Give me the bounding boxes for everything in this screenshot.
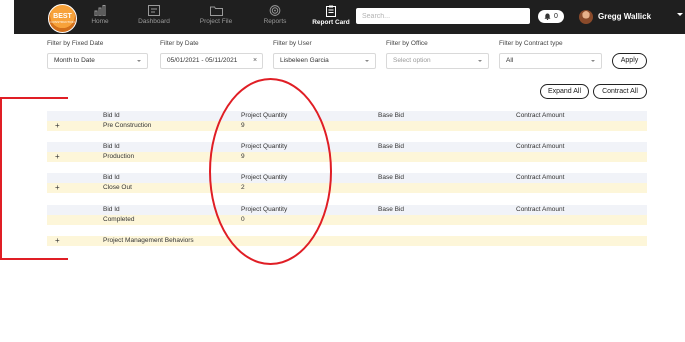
- filter-date-value: 05/01/2021 - 05/11/2021: [167, 57, 238, 64]
- column-contract-amount: Contract Amount: [516, 143, 565, 150]
- folder-icon: [209, 6, 223, 16]
- filter-date-label: Filter by Date: [160, 40, 199, 47]
- column-base-bid: Base Bid: [378, 143, 405, 150]
- avatar[interactable]: [579, 10, 593, 24]
- row-bid-id: Pre Construction: [103, 122, 152, 129]
- table-row[interactable]: Completed 0: [47, 215, 647, 225]
- row-bid-id: Production: [103, 153, 135, 160]
- filter-contract-type-select[interactable]: All: [499, 53, 602, 69]
- column-contract-amount: Contract Amount: [516, 112, 565, 119]
- table-header-row: Bid Id Project Quantity Base Bid Contrac…: [47, 173, 647, 183]
- notifications-button[interactable]: 0: [538, 10, 564, 23]
- column-base-bid: Base Bid: [378, 112, 405, 119]
- nav-dashboard-label: Dashboard: [138, 18, 170, 25]
- column-base-bid: Base Bid: [378, 174, 405, 181]
- nav-report-card[interactable]: Report Card: [312, 5, 350, 32]
- company-logo[interactable]: BEST CONSTRUCTION: [48, 4, 77, 33]
- target-icon: [269, 5, 281, 16]
- logo-text: BEST: [53, 13, 72, 20]
- clipboard-icon: [326, 5, 336, 17]
- nav-home-label: Home: [91, 18, 109, 25]
- filter-fixed-date-select[interactable]: Month to Date: [47, 53, 148, 69]
- apply-button[interactable]: Apply: [612, 53, 647, 69]
- nav-project-file[interactable]: Project File: [198, 5, 234, 32]
- chevron-down-icon: [478, 60, 482, 62]
- column-contract-amount: Contract Amount: [516, 206, 565, 213]
- chevron-down-icon: [137, 60, 141, 62]
- table-header-row: Bid Id Project Quantity Base Bid Contrac…: [47, 111, 647, 121]
- dashboard-icon: [148, 5, 160, 16]
- table-row[interactable]: + Pre Construction 9: [47, 121, 647, 131]
- annotation-ellipse: [209, 78, 332, 265]
- nav-reports[interactable]: Reports: [261, 5, 289, 32]
- column-contract-amount: Contract Amount: [516, 174, 565, 181]
- filter-date-input[interactable]: 05/01/2021 - 05/11/2021: [160, 53, 249, 69]
- chevron-down-icon[interactable]: [677, 13, 683, 16]
- column-bid-id: Bid Id: [103, 206, 120, 213]
- nav-report-card-label: Report Card: [312, 19, 350, 26]
- nav-dashboard[interactable]: Dashboard: [136, 5, 172, 32]
- logo-subtext: CONSTRUCTION: [50, 20, 75, 24]
- date-clear-button[interactable]: ×: [248, 53, 263, 69]
- filter-contract-type-value: All: [506, 57, 514, 64]
- table-row[interactable]: + Close Out 2: [47, 183, 647, 193]
- nav-reports-label: Reports: [263, 18, 287, 25]
- filter-contract-type-label: Filter by Contract type: [499, 40, 563, 47]
- filter-fixed-date-value: Month to Date: [54, 57, 95, 64]
- table-header-row: Bid Id Project Quantity Base Bid Contrac…: [47, 205, 647, 215]
- nav-project-file-label: Project File: [199, 18, 233, 25]
- row-bid-id: Close Out: [103, 184, 132, 191]
- row-bid-id: Completed: [103, 216, 135, 223]
- nav-home[interactable]: Home: [87, 5, 113, 32]
- table-header-row: Bid Id Project Quantity Base Bid Contrac…: [47, 142, 647, 152]
- contract-all-button[interactable]: Contract All: [593, 84, 647, 99]
- filter-office-placeholder: Select option: [393, 57, 431, 64]
- bell-icon: [544, 13, 551, 20]
- chevron-down-icon: [365, 60, 369, 62]
- table-row[interactable]: + Production 9: [47, 152, 647, 162]
- filter-user-value: Lisbeleen Garcia: [280, 57, 329, 64]
- bar-chart-icon: [94, 5, 106, 16]
- search-input[interactable]: [356, 8, 530, 24]
- filter-user-select[interactable]: Lisbeleen Garcia: [273, 53, 376, 69]
- user-name[interactable]: Gregg Wallick: [598, 12, 651, 21]
- column-base-bid: Base Bid: [378, 206, 405, 213]
- column-bid-id: Bid Id: [103, 143, 120, 150]
- table-row-project-management-behaviors[interactable]: + Project Management Behaviors: [47, 236, 647, 246]
- annotation-bracket: [0, 97, 68, 260]
- column-bid-id: Bid Id: [103, 174, 120, 181]
- filter-fixed-date-label: Filter by Fixed Date: [47, 40, 104, 47]
- filter-office-label: Filter by Office: [386, 40, 428, 47]
- row-bid-id: Project Management Behaviors: [103, 237, 194, 244]
- filter-user-label: Filter by User: [273, 40, 312, 47]
- filter-office-select[interactable]: Select option: [386, 53, 489, 69]
- notifications-count: 0: [554, 13, 558, 20]
- column-bid-id: Bid Id: [103, 112, 120, 119]
- chevron-down-icon: [591, 60, 595, 62]
- expand-all-button[interactable]: Expand All: [540, 84, 589, 99]
